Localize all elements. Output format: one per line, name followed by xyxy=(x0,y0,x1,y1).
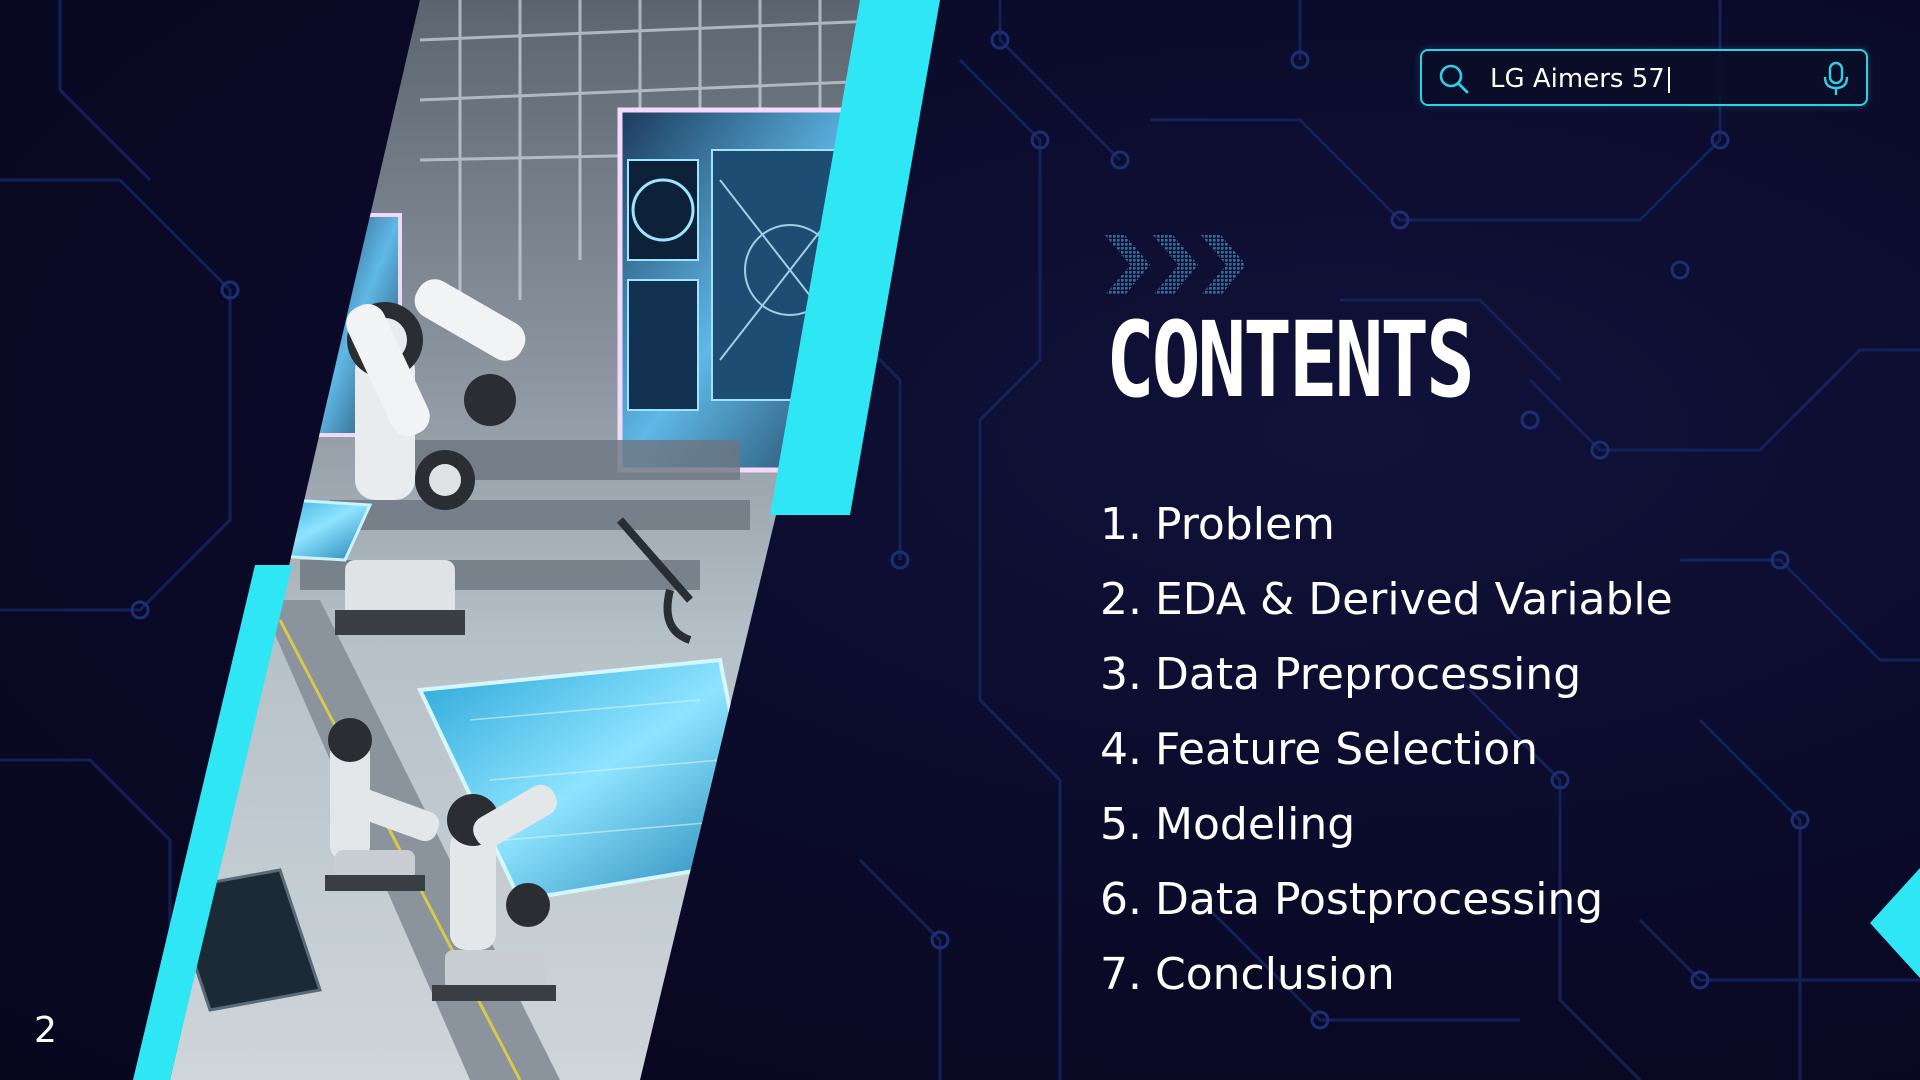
list-item-number: 5. xyxy=(1100,799,1142,850)
list-item-number: 3. xyxy=(1100,649,1142,700)
list-item-label: Problem xyxy=(1155,499,1335,550)
list-item-number: 7. xyxy=(1100,949,1142,1000)
search-query: LG Aimers 57 xyxy=(1490,64,1665,94)
search-bar[interactable]: LG Aimers 57 xyxy=(1420,49,1868,106)
list-item: 6. Data Postprocessing xyxy=(1100,862,1673,937)
search-icon[interactable] xyxy=(1438,63,1470,95)
list-item: 3. Data Preprocessing xyxy=(1100,637,1673,712)
list-item: 1. Problem xyxy=(1100,487,1673,562)
slide: LG Aimers 57 CONTENTS 1. Problem 2. EDA & … xyxy=(0,0,1920,1080)
contents-list: 1. Problem 2. EDA & Derived Variable 3. Dat… xyxy=(1100,487,1673,1012)
accent-triangle xyxy=(1870,868,1920,978)
list-item-label: Data Postprocessing xyxy=(1155,874,1604,925)
list-item-label: EDA & Derived Variable xyxy=(1155,574,1673,625)
list-item-number: 2. xyxy=(1100,574,1142,625)
list-item-number: 6. xyxy=(1100,874,1142,925)
page-number: 2 xyxy=(34,1010,57,1051)
list-item: 7. Conclusion xyxy=(1100,937,1673,1012)
text-caret xyxy=(1667,66,1670,93)
list-item: 2. EDA & Derived Variable xyxy=(1100,562,1673,637)
search-input[interactable]: LG Aimers 57 xyxy=(1490,62,1670,96)
microphone-icon[interactable] xyxy=(1822,61,1850,97)
list-item-label: Conclusion xyxy=(1155,949,1395,1000)
chevron-decoration-icon xyxy=(1105,235,1245,295)
list-item-number: 1. xyxy=(1100,499,1142,550)
list-item-label: Feature Selection xyxy=(1155,724,1539,775)
list-item: 5. Modeling xyxy=(1100,787,1673,862)
page-title: CONTENTS xyxy=(1106,299,1475,421)
list-item-number: 4. xyxy=(1100,724,1142,775)
list-item: 4. Feature Selection xyxy=(1100,712,1673,787)
list-item-label: Data Preprocessing xyxy=(1155,649,1582,700)
list-item-label: Modeling xyxy=(1155,799,1356,850)
